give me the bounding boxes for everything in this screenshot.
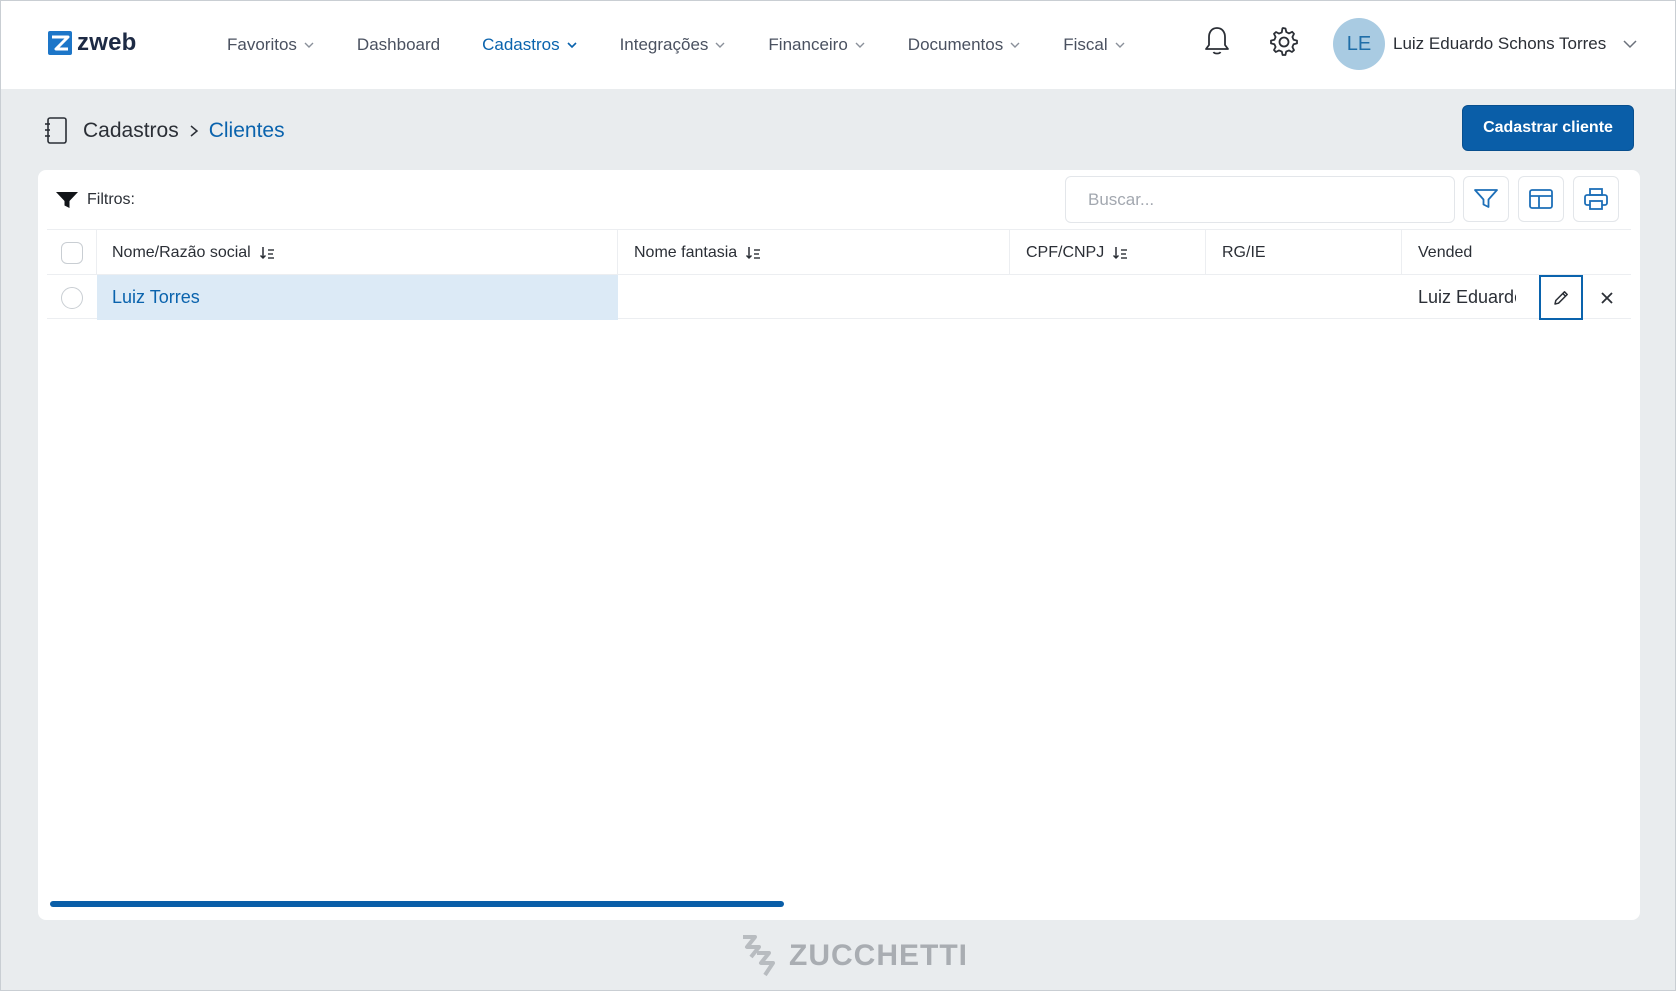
- nav-label: Financeiro: [768, 35, 848, 54]
- chevron-down-icon: [1010, 42, 1020, 48]
- bell-icon: [1205, 27, 1229, 55]
- sort-icon[interactable]: [259, 245, 275, 261]
- sort-icon[interactable]: [1112, 245, 1128, 261]
- user-menu[interactable]: LE Luiz Eduardo Schons Torres: [1333, 18, 1638, 70]
- nav-financeiro[interactable]: Financeiro: [768, 35, 865, 55]
- nav-label: Dashboard: [356, 35, 441, 54]
- select-all-cell: [47, 230, 97, 275]
- column-label: Vended: [1418, 243, 1473, 261]
- columns-button[interactable]: [1518, 176, 1564, 222]
- layout-columns-icon: [1529, 189, 1553, 209]
- chevron-down-icon: [855, 42, 865, 48]
- sort-icon[interactable]: [745, 245, 761, 261]
- printer-icon: [1584, 188, 1608, 210]
- table-header: Nome/Razão social Nome fantasia CPF/CNPJ…: [47, 229, 1631, 275]
- clients-table: Nome/Razão social Nome fantasia CPF/CNPJ…: [47, 229, 1631, 320]
- brand-text: ZUCCHETTI: [789, 939, 968, 972]
- footer-brand: ZUCCHETTI: [739, 933, 968, 979]
- main-nav: Favoritos Dashboard Cadastros Integraçõe…: [227, 1, 1168, 89]
- zucchetti-logo-icon: [743, 935, 775, 977]
- chevron-down-icon: [304, 42, 314, 48]
- row-checkbox[interactable]: [61, 286, 83, 309]
- notifications-button[interactable]: [1199, 23, 1235, 59]
- nav-integracoes[interactable]: Integrações: [620, 35, 727, 55]
- delete-button[interactable]: [1587, 275, 1627, 320]
- top-navbar: zweb Favoritos Dashboard Cadastros Integ…: [1, 1, 1675, 89]
- select-all-checkbox[interactable]: [60, 241, 83, 264]
- cell-cpf-cnpj: [1010, 275, 1206, 320]
- filters-toggle[interactable]: Filtros:: [55, 190, 135, 210]
- print-button[interactable]: [1573, 176, 1619, 222]
- cell-seller: Luiz Eduardo S: [1402, 275, 1516, 320]
- search-input[interactable]: [1065, 176, 1455, 223]
- column-header-rg-ie[interactable]: RG/IE: [1206, 230, 1402, 275]
- avatar: LE: [1333, 18, 1385, 70]
- breadcrumb-current: Clientes: [208, 119, 285, 142]
- app-window: zweb Favoritos Dashboard Cadastros Integ…: [0, 0, 1676, 991]
- cell-name: Luiz Torres: [97, 275, 618, 320]
- column-label: Nome/Razão social: [112, 243, 251, 261]
- column-header-cpf-cnpj[interactable]: CPF/CNPJ: [1010, 230, 1206, 275]
- horizontal-scrollbar[interactable]: [50, 901, 784, 907]
- zweb-logo-icon: [48, 31, 72, 55]
- close-icon: [1601, 291, 1613, 304]
- nav-label: Fiscal: [1063, 35, 1108, 54]
- chevron-down-icon: [1623, 40, 1637, 49]
- nav-label: Favoritos: [227, 35, 297, 54]
- column-header-fantasy-name[interactable]: Nome fantasia: [618, 230, 1010, 275]
- client-name-link[interactable]: Luiz Torres: [112, 287, 200, 308]
- pencil-icon: [1554, 290, 1568, 305]
- nav-documentos[interactable]: Documentos: [908, 35, 1021, 55]
- breadcrumb: Cadastros Clientes: [43, 109, 285, 153]
- avatar-initials: LE: [1346, 32, 1372, 55]
- chevron-down-icon: [1115, 42, 1125, 48]
- logo-text: zweb: [77, 29, 137, 56]
- nav-label: Documentos: [907, 35, 1004, 54]
- chevron-down-icon: [715, 42, 725, 48]
- nav-dashboard[interactable]: Dashboard: [357, 35, 440, 55]
- nav-label: Cadastros: [482, 35, 560, 54]
- nav-fiscal[interactable]: Fiscal: [1063, 35, 1125, 55]
- add-client-button[interactable]: Cadastrar cliente: [1462, 105, 1634, 151]
- column-label: RG/IE: [1222, 243, 1266, 261]
- cell-value: Luiz Eduardo S: [1418, 287, 1516, 307]
- app-logo[interactable]: zweb: [48, 29, 136, 57]
- notebook-icon: [45, 117, 67, 144]
- row-select-cell: [47, 275, 97, 320]
- chevron-right-icon: [190, 125, 198, 137]
- filter-icon: [56, 192, 78, 208]
- column-label: Nome fantasia: [634, 243, 738, 261]
- settings-button[interactable]: [1265, 23, 1301, 59]
- advanced-filter-button[interactable]: [1463, 176, 1509, 222]
- nav-cadastros[interactable]: Cadastros: [482, 35, 577, 55]
- table-row[interactable]: Luiz Torres Luiz Eduardo S: [47, 274, 1631, 320]
- nav-favoritos[interactable]: Favoritos: [227, 35, 315, 55]
- edit-button[interactable]: [1539, 275, 1583, 320]
- clients-card: Filtros: Buscar... Nome/Razão social Nom…: [38, 170, 1640, 920]
- gear-icon: [1270, 27, 1298, 56]
- column-header-seller[interactable]: Vended: [1402, 230, 1631, 275]
- column-header-name[interactable]: Nome/Razão social: [97, 230, 618, 275]
- cell-rg-ie: [1206, 275, 1402, 320]
- column-label: CPF/CNPJ: [1026, 243, 1105, 261]
- filters-label: Filtros:: [87, 191, 135, 208]
- nav-label: Integrações: [619, 35, 709, 54]
- breadcrumb-root[interactable]: Cadastros: [83, 119, 179, 143]
- funnel-outline-icon: [1474, 189, 1498, 208]
- chevron-down-icon: [567, 42, 577, 49]
- user-name: Luiz Eduardo Schons Torres: [1393, 34, 1607, 53]
- cell-fantasy-name: [618, 275, 1010, 320]
- top-icons: [1199, 23, 1301, 59]
